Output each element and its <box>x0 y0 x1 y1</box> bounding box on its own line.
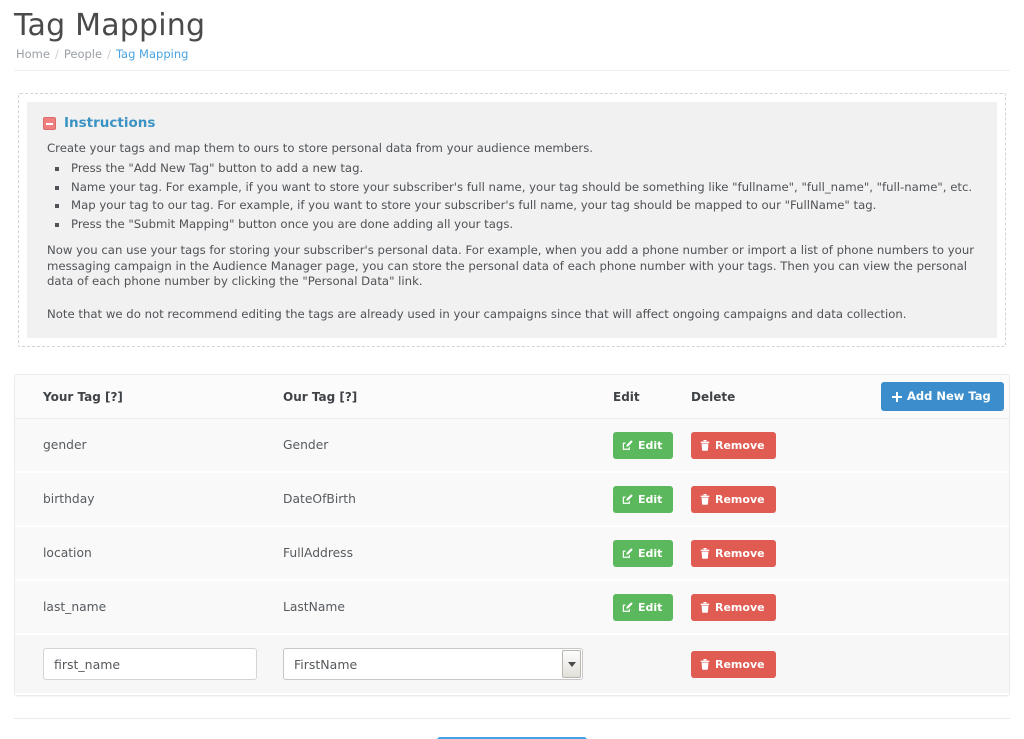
trash-icon <box>700 440 710 451</box>
instructions-panel: Instructions Create your tags and map th… <box>27 102 997 338</box>
instructions-note: Note that we do not recommend editing th… <box>47 307 981 323</box>
instructions-bullet-list: Press the "Add New Tag" button to add a … <box>43 159 981 233</box>
table-row: location FullAddress Edit <box>15 527 1009 581</box>
edit-button[interactable]: Edit <box>613 486 673 513</box>
table-row: birthday DateOfBirth Edit <box>15 473 1009 527</box>
page-header: Tag Mapping Home / People / Tag Mapping <box>0 0 1024 70</box>
cell-your-tag: birthday <box>31 492 283 506</box>
column-header-edit: Edit <box>613 390 691 404</box>
instructions-lead: Create your tags and map them to ours to… <box>47 140 981 157</box>
edit-button[interactable]: Edit <box>613 594 673 621</box>
remove-button-label: Remove <box>715 494 765 505</box>
cell-delete: Remove <box>691 594 881 621</box>
remove-button[interactable]: Remove <box>691 540 776 567</box>
remove-button-label: Remove <box>715 602 765 613</box>
edit-button[interactable]: Edit <box>613 432 673 459</box>
edit-button-label: Edit <box>638 494 662 505</box>
cell-our-tag: Gender <box>283 438 613 452</box>
cell-our-tag: DateOfBirth <box>283 492 613 506</box>
trash-icon <box>700 602 710 613</box>
trash-icon <box>700 659 710 670</box>
edit-button-label: Edit <box>638 602 662 613</box>
breadcrumb-separator: / <box>107 47 111 61</box>
instructions-bullet: Name your tag. For example, if you want … <box>69 178 981 197</box>
remove-button[interactable]: Remove <box>691 651 776 678</box>
edit-button-label: Edit <box>638 548 662 559</box>
cell-delete: Remove <box>691 651 881 678</box>
header-divider <box>14 70 1010 71</box>
cell-our-tag: FullAddress <box>283 546 613 560</box>
table-row-editable: FirstName Remove <box>15 635 1009 695</box>
breadcrumb: Home / People / Tag Mapping <box>14 47 1010 70</box>
cell-our-tag: LastName <box>283 600 613 614</box>
pencil-square-icon <box>622 548 633 559</box>
edit-button-label: Edit <box>638 440 662 451</box>
breadcrumb-item-home[interactable]: Home <box>16 47 50 61</box>
column-header-delete: Delete <box>691 390 881 404</box>
cell-edit: Edit <box>613 432 691 459</box>
breadcrumb-item-people[interactable]: People <box>64 47 102 61</box>
tag-mapping-page: Tag Mapping Home / People / Tag Mapping … <box>0 0 1024 739</box>
page-title: Tag Mapping <box>14 8 1010 44</box>
cell-your-tag: gender <box>31 438 283 452</box>
remove-button[interactable]: Remove <box>691 432 776 459</box>
our-tag-select[interactable]: FirstName <box>283 648 583 680</box>
instructions-header[interactable]: Instructions <box>43 115 981 131</box>
our-tag-select-wrap: FirstName <box>283 648 583 680</box>
column-header-our-tag: Our Tag [?] <box>283 390 613 404</box>
edit-button[interactable]: Edit <box>613 540 673 567</box>
instructions-title: Instructions <box>64 115 155 131</box>
minus-square-icon[interactable] <box>43 117 56 130</box>
cell-edit: Edit <box>613 594 691 621</box>
remove-button-label: Remove <box>715 440 765 451</box>
plus-icon <box>892 392 902 402</box>
cell-your-tag: last_name <box>31 600 283 614</box>
cell-delete: Remove <box>691 432 881 459</box>
cell-our-tag-select: FirstName <box>283 648 613 680</box>
remove-button-label: Remove <box>715 548 765 559</box>
pencil-square-icon <box>622 602 633 613</box>
cell-delete: Remove <box>691 486 881 513</box>
trash-icon <box>700 548 710 559</box>
instructions-bullet: Map your tag to our tag. For example, if… <box>69 196 981 215</box>
submit-area: Submit Mapping <box>0 719 1024 739</box>
pencil-square-icon <box>622 440 633 451</box>
cell-edit: Edit <box>613 540 691 567</box>
breadcrumb-separator: / <box>55 47 59 61</box>
remove-button-label: Remove <box>715 659 765 670</box>
add-new-tag-label: Add New Tag <box>907 391 991 403</box>
add-new-tag-button[interactable]: Add New Tag <box>881 382 1004 412</box>
your-tag-input[interactable] <box>43 648 257 680</box>
instructions-bullet: Press the "Submit Mapping" button once y… <box>69 215 981 234</box>
table-header-row: Your Tag [?] Our Tag [?] Edit Delete Add… <box>15 375 1009 419</box>
breadcrumb-item-tag-mapping[interactable]: Tag Mapping <box>116 47 188 61</box>
cell-your-tag-input <box>31 648 283 680</box>
instructions-container: Instructions Create your tags and map th… <box>18 93 1006 347</box>
tag-mapping-table: Your Tag [?] Our Tag [?] Edit Delete Add… <box>14 374 1010 696</box>
add-new-tag-cell: Add New Tag <box>881 382 1008 412</box>
instructions-paragraph: Now you can use your tags for storing yo… <box>47 243 981 290</box>
cell-delete: Remove <box>691 540 881 567</box>
remove-button[interactable]: Remove <box>691 594 776 621</box>
instructions-bullet: Press the "Add New Tag" button to add a … <box>69 159 981 178</box>
trash-icon <box>700 494 710 505</box>
cell-edit: Edit <box>613 486 691 513</box>
cell-your-tag: location <box>31 546 283 560</box>
table-row: last_name LastName Edit <box>15 581 1009 635</box>
column-header-your-tag: Your Tag [?] <box>31 390 283 404</box>
remove-button[interactable]: Remove <box>691 486 776 513</box>
pencil-square-icon <box>622 494 633 505</box>
table-row: gender Gender Edit <box>15 419 1009 473</box>
